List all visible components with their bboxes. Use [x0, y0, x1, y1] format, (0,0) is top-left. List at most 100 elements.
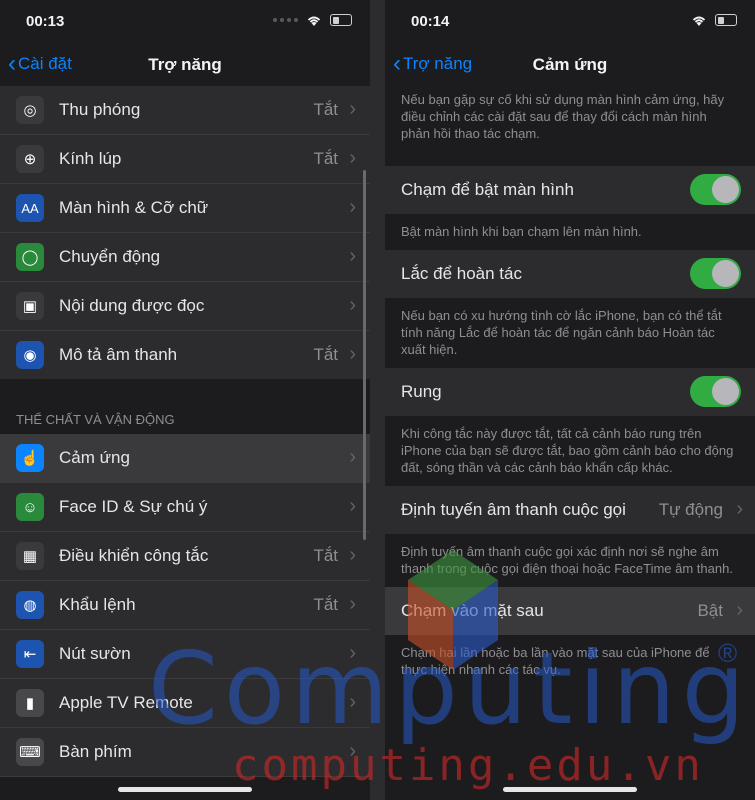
- motion-icon: ◯: [16, 243, 44, 271]
- row-label: Apple TV Remote: [59, 693, 193, 712]
- magnifier-icon: ⊕: [16, 145, 44, 173]
- status-bar: 00:13: [0, 0, 370, 44]
- wifi-icon: [691, 14, 707, 26]
- cellular-signal-icon: [273, 18, 298, 22]
- touch-icon: ☝: [16, 444, 44, 472]
- chevron-right-icon: ›: [349, 495, 356, 517]
- row-vibration: Rung: [385, 368, 755, 416]
- row-label: Rung: [401, 382, 442, 401]
- chevron-right-icon: ›: [349, 691, 356, 713]
- row-label: Face ID & Sự chú ý: [59, 497, 208, 516]
- row-touch[interactable]: ☝ Cảm ứng ›: [0, 434, 370, 483]
- row-audio-descriptions[interactable]: ◉ Mô tả âm thanh Tắt ›: [0, 331, 370, 379]
- page-title: Cảm ứng: [532, 55, 608, 74]
- chevron-right-icon: ›: [349, 446, 356, 468]
- row-label: Điều khiển công tắc: [59, 546, 209, 565]
- scroll-indicator: [363, 170, 366, 540]
- row-face-id-attention[interactable]: ☺ Face ID & Sự chú ý ›: [0, 483, 370, 532]
- chevron-right-icon: ›: [349, 245, 356, 267]
- row-magnifier[interactable]: ⊕ Kính lúp Tắt ›: [0, 135, 370, 184]
- row-footer: Nếu bạn có xu hướng tình cờ lắc iPhone, …: [385, 298, 755, 368]
- row-label: Chạm để bật màn hình: [401, 180, 574, 199]
- face-id-icon: ☺: [16, 493, 44, 521]
- status-time: 00:13: [26, 13, 65, 30]
- row-label: Chuyển động: [59, 247, 161, 266]
- text-size-icon: AA: [16, 194, 44, 222]
- chevron-right-icon: ›: [349, 642, 356, 664]
- status-bar: 00:14: [385, 0, 755, 44]
- row-footer: Định tuyến âm thanh cuộc gọi xác định nơ…: [385, 534, 755, 587]
- row-tap-to-wake: Chạm để bật màn hình: [385, 166, 755, 214]
- row-side-button[interactable]: ⇤ Nút sườn ›: [0, 630, 370, 679]
- side-button-icon: ⇤: [16, 640, 44, 668]
- row-keyboards[interactable]: ⌨ Bàn phím ›: [0, 728, 370, 777]
- row-value: Tắt: [313, 345, 338, 364]
- tv-remote-icon: ▮: [16, 689, 44, 717]
- section-header: THỂ CHẤT VÀ VẬN ĐỘNG: [0, 379, 370, 434]
- switch-control-icon: ▦: [16, 542, 44, 570]
- row-value: Tắt: [313, 100, 338, 119]
- battery-icon: [330, 14, 352, 26]
- settings-list: ◎ Thu phóng Tắt › ⊕ Kính lúp Tắt › AA Mà…: [0, 86, 370, 777]
- row-motion[interactable]: ◯ Chuyển động ›: [0, 233, 370, 282]
- row-voice-control[interactable]: ◍ Khẩu lệnh Tắt ›: [0, 581, 370, 630]
- accessibility-screen: 00:13 ‹ Cài đặt Trợ năng ◎ Thu phóng Tắt…: [0, 0, 370, 800]
- keyboard-icon: ⌨: [16, 738, 44, 766]
- row-value: Tắt: [313, 546, 338, 565]
- row-switch-control[interactable]: ▦ Điều khiển công tắc Tắt ›: [0, 532, 370, 581]
- chevron-right-icon: ›: [349, 544, 356, 566]
- row-label: Kính lúp: [59, 149, 122, 168]
- status-time: 00:14: [411, 13, 450, 30]
- row-label: Mô tả âm thanh: [59, 345, 178, 364]
- row-display-text-size[interactable]: AA Màn hình & Cỡ chữ ›: [0, 184, 370, 233]
- chevron-right-icon: ›: [736, 498, 743, 520]
- touch-settings-list: Nếu bạn gặp sự cố khi sử dụng màn hình c…: [385, 91, 755, 688]
- vibration-toggle[interactable]: [690, 376, 741, 407]
- shake-to-undo-toggle[interactable]: [690, 258, 741, 289]
- voice-control-icon: ◍: [16, 591, 44, 619]
- tap-to-wake-toggle[interactable]: [690, 174, 741, 205]
- row-footer: Bật màn hình khi bạn chạm lên màn hình.: [385, 214, 755, 250]
- row-label: Nút sườn: [59, 644, 131, 663]
- audio-description-icon: ◉: [16, 341, 44, 369]
- row-label: Lắc để hoàn tác: [401, 264, 522, 283]
- chevron-right-icon: ›: [349, 593, 356, 615]
- row-value: Tự động: [658, 500, 723, 519]
- navigation-bar: ‹ Cài đặt Trợ năng: [0, 44, 370, 88]
- navigation-bar: ‹ Trợ năng Cảm ứng: [385, 44, 755, 88]
- row-label: Khẩu lệnh: [59, 595, 136, 614]
- row-value: Tắt: [313, 595, 338, 614]
- screen-divider: [370, 0, 385, 800]
- row-value: Bật: [697, 601, 723, 620]
- chevron-right-icon: ›: [349, 196, 356, 218]
- row-label: Thu phóng: [59, 100, 141, 119]
- chevron-right-icon: ›: [349, 98, 356, 120]
- row-apple-tv-remote[interactable]: ▮ Apple TV Remote ›: [0, 679, 370, 728]
- home-indicator: [118, 787, 252, 792]
- row-shake-to-undo: Lắc để hoàn tác: [385, 250, 755, 298]
- row-label: Màn hình & Cỡ chữ: [59, 198, 209, 217]
- wifi-icon: [306, 14, 322, 26]
- row-back-tap[interactable]: Chạm vào mặt sau Bật ›: [385, 587, 755, 635]
- row-label: Chạm vào mặt sau: [401, 601, 544, 620]
- row-zoom[interactable]: ◎ Thu phóng Tắt ›: [0, 86, 370, 135]
- chevron-right-icon: ›: [349, 740, 356, 762]
- section-header-label: THỂ CHẤT VÀ VẬN ĐỘNG: [16, 412, 175, 427]
- row-call-audio-routing[interactable]: Định tuyến âm thanh cuộc gọi Tự động ›: [385, 486, 755, 534]
- row-footer: Chạm hai lần hoặc ba lần vào mặt sau của…: [385, 635, 755, 688]
- chevron-right-icon: ›: [736, 599, 743, 621]
- intro-text: Nếu bạn gặp sự cố khi sử dụng màn hình c…: [401, 92, 725, 141]
- zoom-icon: ◎: [16, 96, 44, 124]
- touch-screen: 00:14 ‹ Trợ năng Cảm ứng Nếu bạn gặp sự …: [385, 0, 755, 800]
- row-value: Tắt: [313, 149, 338, 168]
- row-spoken-content[interactable]: ▣ Nội dung được đọc ›: [0, 282, 370, 331]
- speech-icon: ▣: [16, 292, 44, 320]
- row-label: Nội dung được đọc: [59, 296, 205, 315]
- chevron-right-icon: ›: [349, 343, 356, 365]
- row-footer: Khi công tắc này được tắt, tất cả cảnh b…: [385, 416, 755, 486]
- chevron-right-icon: ›: [349, 294, 356, 316]
- row-label: Định tuyến âm thanh cuộc gọi: [401, 500, 626, 519]
- row-label: Cảm ứng: [59, 448, 130, 467]
- row-label: Bàn phím: [59, 742, 132, 761]
- battery-icon: [715, 14, 737, 26]
